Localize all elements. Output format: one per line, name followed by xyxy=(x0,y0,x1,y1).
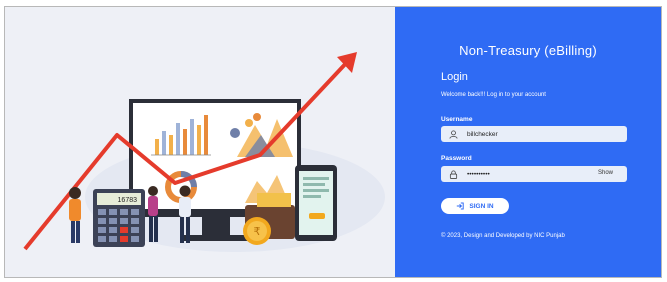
calculator-graphic: 16783 xyxy=(93,189,145,247)
password-input[interactable] xyxy=(467,170,587,178)
illustration-panel: 16783 ₹ xyxy=(5,7,395,277)
app-title: Non-Treasury (eBilling) xyxy=(459,43,597,58)
person-figure-1 xyxy=(69,187,81,243)
show-password-toggle[interactable]: Show xyxy=(598,170,613,176)
login-heading: Login xyxy=(441,71,468,83)
sign-in-icon xyxy=(456,202,465,210)
rupee-icon: ₹ xyxy=(243,217,271,245)
phone-graphic xyxy=(295,165,337,241)
svg-text:₹: ₹ xyxy=(254,225,261,238)
finance-illustration: 16783 ₹ xyxy=(23,52,385,252)
person-figure-2 xyxy=(148,186,158,242)
user-icon xyxy=(447,128,459,140)
username-input[interactable] xyxy=(467,130,587,138)
sign-in-label: SIGN IN xyxy=(469,202,494,210)
lock-icon xyxy=(447,168,459,180)
password-label: Password xyxy=(441,155,472,162)
login-page: 16783 ₹ Non-Treasury (eBilling) Login We… xyxy=(4,6,662,278)
username-field[interactable] xyxy=(441,126,627,142)
username-label: Username xyxy=(441,116,473,123)
password-field[interactable]: Show xyxy=(441,166,627,182)
calculator-display: 16783 xyxy=(118,197,138,204)
welcome-text: Welcome back!!! Log in to your account xyxy=(441,92,546,98)
sign-in-button[interactable]: SIGN IN xyxy=(441,198,509,214)
login-panel: Non-Treasury (eBilling) Login Welcome ba… xyxy=(395,7,661,277)
footer-text: © 2023, Design and Developed by NIC Punj… xyxy=(441,233,565,239)
